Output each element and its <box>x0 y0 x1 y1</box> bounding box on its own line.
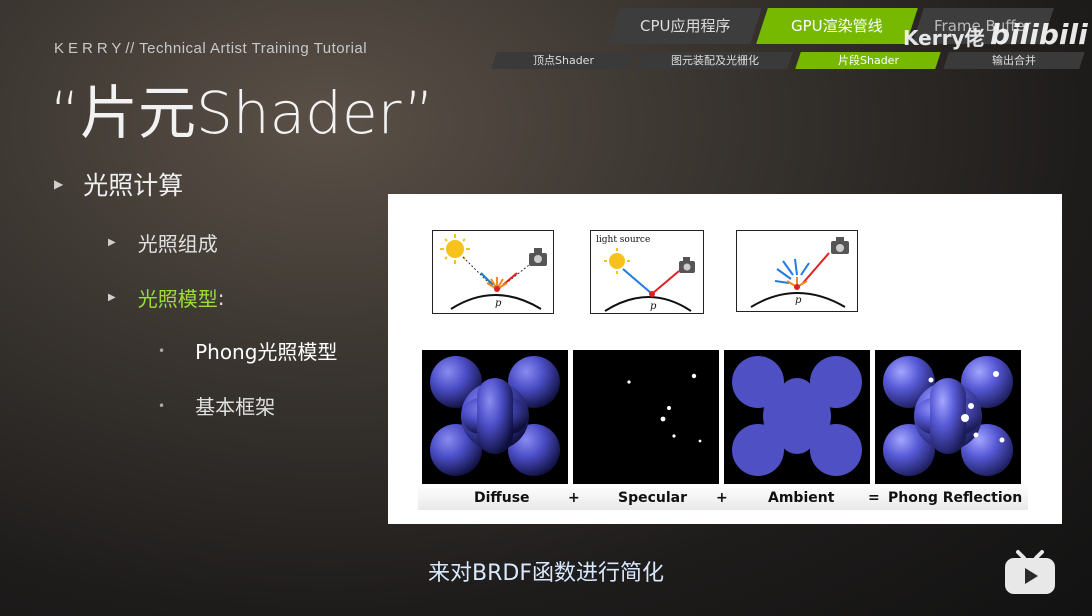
outline-lighting-model: ▶ 光照模型: <box>108 285 225 312</box>
triangle-bullet-icon: ▶ <box>108 237 116 248</box>
diffuse-diagram: p <box>432 230 554 314</box>
outline-level1-lighting: ▶ 光照计算 <box>54 171 184 200</box>
bilibili-tv-icon[interactable] <box>1002 548 1058 596</box>
label-plus-1: + <box>568 490 580 506</box>
sun-icon <box>604 248 630 274</box>
brand-name: KERRY <box>54 40 126 57</box>
label-phong-reflection: Phong Reflection <box>888 490 1023 506</box>
subtab-output-merge: 输出合并 <box>943 52 1085 69</box>
svg-text:p: p <box>650 301 657 312</box>
ambient-render <box>724 350 870 484</box>
brand-separator: // <box>125 40 135 57</box>
tutorial-header: KERRY// Technical Artist Training Tutori… <box>54 40 367 57</box>
label-equals: = <box>868 490 880 506</box>
bilibili-logo: bilibili <box>990 18 1088 51</box>
specular-diagram: light source p <box>590 230 704 314</box>
subtab-vertex-shader: 顶点Shader <box>491 52 635 69</box>
camera-icon <box>679 257 695 273</box>
ambient-diagram-svg: p <box>750 237 849 308</box>
camera-icon <box>529 248 547 266</box>
outline-lighting-composition: ▶ 光照组成 <box>108 232 218 256</box>
triangle-bullet-icon: ▶ <box>108 292 116 303</box>
label-plus-2: + <box>716 490 728 506</box>
ambient-diagram: p <box>736 230 858 312</box>
tutorial-name: Technical Artist Training Tutorial <box>139 40 368 57</box>
surface-curve <box>604 296 692 312</box>
svg-text:p: p <box>495 298 502 309</box>
light-source-caption: light source <box>596 235 650 245</box>
outline-basic-framework: • 基本框架 <box>158 395 276 419</box>
diffuse-render <box>422 350 568 484</box>
diffuse-diagram-svg: p <box>440 234 547 310</box>
phong-figure: p light source p p Diffuse + Specular + … <box>388 194 1062 524</box>
tab-gpu-pipeline: GPU渲染管线 <box>756 8 918 44</box>
specular-diagram-svg: light source p <box>596 235 695 312</box>
specular-render <box>573 350 719 484</box>
label-specular: Specular <box>618 490 688 506</box>
render-panels-svg <box>422 350 1021 484</box>
phong-reflection-render <box>875 350 1021 484</box>
label-diffuse: Diffuse <box>474 490 530 506</box>
subtab-fragment-shader: 片段Shader <box>795 52 941 69</box>
author-watermark: Kerry佬 <box>903 26 985 50</box>
camera-icon <box>831 237 849 254</box>
sun-icon <box>440 234 470 264</box>
slide-title: “片元Shader” <box>50 79 434 147</box>
svg-text:p: p <box>795 295 802 306</box>
label-ambient: Ambient <box>768 490 835 506</box>
tab-cpu-application: CPU应用程序 <box>608 8 762 44</box>
dot-bullet-icon: • <box>158 398 166 413</box>
dot-bullet-icon: • <box>158 343 166 358</box>
triangle-bullet-icon: ▶ <box>54 177 64 191</box>
video-subtitle: 来对BRDF函数进行简化 <box>428 561 664 586</box>
outline-phong-model: • Phong光照模型 <box>158 340 338 364</box>
subtab-rasterization: 图元装配及光栅化 <box>637 52 793 69</box>
